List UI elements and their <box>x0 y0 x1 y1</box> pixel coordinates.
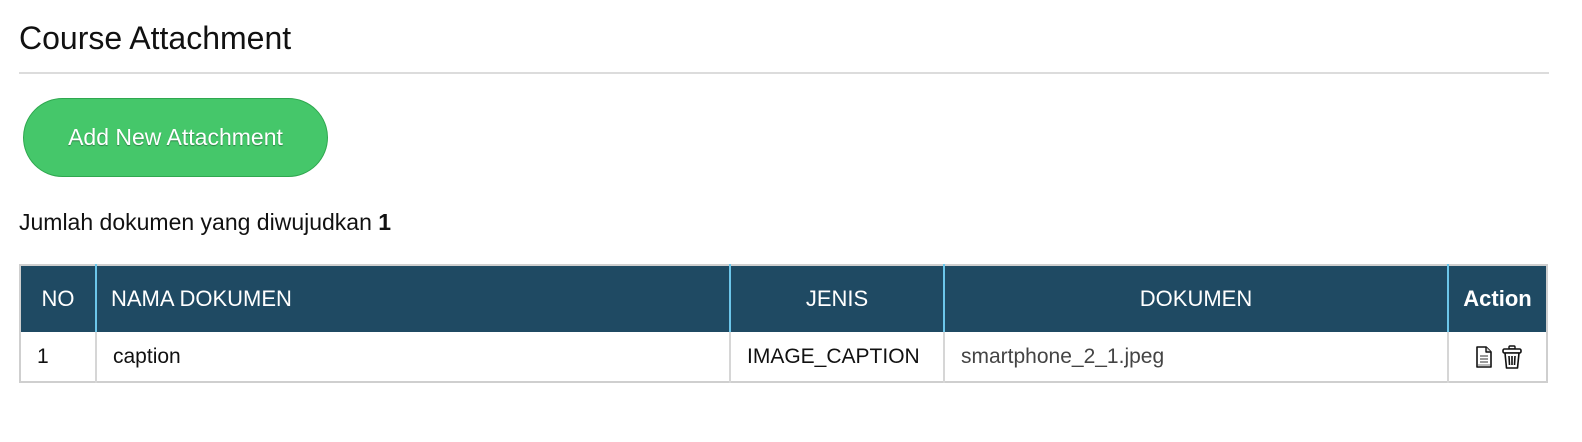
cell-actions <box>1447 332 1547 382</box>
cell-no: 1 <box>37 344 49 368</box>
attachments-table: NO NAMA DOKUMEN JENIS DOKUMEN Action 1 c… <box>19 264 1548 383</box>
course-attachment-page: Course Attachment Add New Attachment Jum… <box>0 0 1582 442</box>
add-new-attachment-button[interactable]: Add New Attachment <box>23 98 328 177</box>
header-nama-dokumen: NAMA DOKUMEN <box>95 265 731 332</box>
header-jenis: JENIS <box>729 265 945 332</box>
table-body: 1 caption IMAGE_CAPTION smartphone_2_1.j… <box>20 332 1547 382</box>
cell-nama-dokumen: caption <box>95 332 730 382</box>
view-document-icon[interactable] <box>1473 344 1495 370</box>
document-count-value: 1 <box>378 209 392 235</box>
cell-dokumen: smartphone_2_1.jpeg <box>943 332 1448 382</box>
header-action: Action <box>1447 265 1547 332</box>
table-row: 1 caption IMAGE_CAPTION smartphone_2_1.j… <box>20 332 1547 382</box>
page-title: Course Attachment <box>19 20 292 56</box>
table-header-row: NO NAMA DOKUMEN JENIS DOKUMEN Action <box>20 265 1547 332</box>
document-count-label: Jumlah dokumen yang diwujudkan <box>19 209 372 235</box>
title-divider <box>19 72 1549 74</box>
cell-jenis: IMAGE_CAPTION <box>729 332 944 382</box>
document-count: Jumlah dokumen yang diwujudkan 1 <box>19 206 391 238</box>
delete-trash-icon[interactable] <box>1500 344 1523 370</box>
header-dokumen: DOKUMEN <box>943 265 1449 332</box>
header-no: NO <box>20 265 97 332</box>
table-header: NO NAMA DOKUMEN JENIS DOKUMEN Action <box>20 265 1547 332</box>
